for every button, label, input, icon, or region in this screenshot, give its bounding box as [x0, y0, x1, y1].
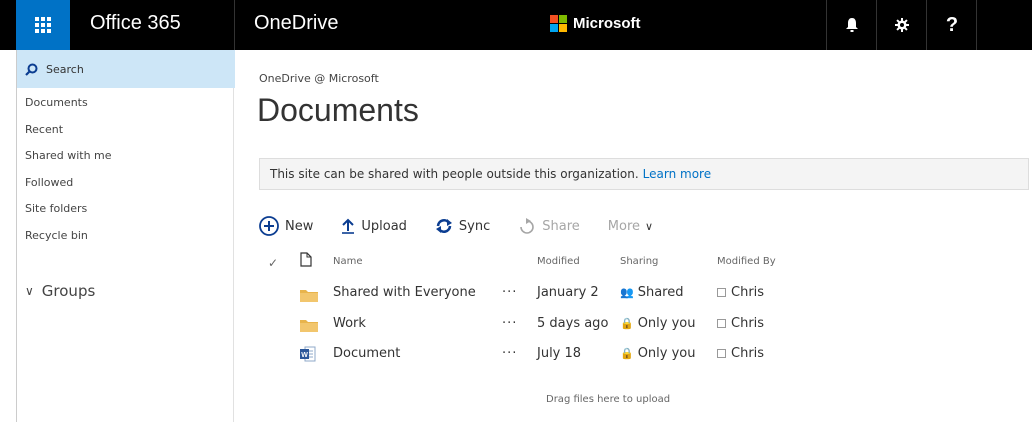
chevron-down-icon: ∨	[25, 284, 34, 298]
help-button[interactable]: ?	[928, 0, 976, 50]
file-name[interactable]: Document	[333, 346, 400, 361]
divider	[976, 0, 977, 50]
search-icon	[25, 63, 38, 76]
chevron-down-icon: ∨	[645, 219, 654, 233]
file-name[interactable]: Shared with Everyone	[333, 285, 476, 300]
help-icon: ?	[945, 13, 959, 36]
app-launcher-icon	[35, 17, 51, 33]
share-button[interactable]: Share	[518, 218, 580, 234]
modified-by[interactable]: Chris	[717, 285, 764, 300]
sync-label: Sync	[458, 218, 491, 234]
document-outline-icon	[300, 252, 312, 267]
upload-icon	[342, 218, 355, 234]
nav-item-shared-with-me[interactable]: Shared with me	[17, 143, 233, 170]
app-launcher-button[interactable]	[16, 0, 70, 50]
microsoft-label: Microsoft	[573, 15, 641, 32]
search-label: Search	[46, 62, 84, 76]
column-header-modified-by[interactable]: Modified By	[717, 256, 776, 267]
microsoft-logo: Microsoft	[550, 15, 641, 32]
modified-by[interactable]: Chris	[717, 316, 764, 331]
people-icon: 👥	[620, 286, 634, 299]
lock-icon: 🔒	[620, 317, 634, 330]
banner-text: This site can be shared with people outs…	[270, 167, 639, 181]
file-type-header[interactable]	[300, 252, 312, 270]
row-menu-button[interactable]: ···	[502, 346, 517, 361]
breadcrumb[interactable]: OneDrive @ Microsoft	[259, 72, 379, 85]
groups-label: Groups	[41, 282, 96, 300]
more-button[interactable]: More ∨	[608, 219, 653, 234]
settings-button[interactable]	[878, 0, 926, 50]
file-name[interactable]: Work	[333, 316, 366, 331]
learn-more-link[interactable]: Learn more	[643, 167, 711, 181]
nav-item-recycle-bin[interactable]: Recycle bin	[17, 223, 233, 250]
gear-icon	[895, 18, 909, 32]
presence-icon	[717, 349, 726, 358]
divider	[926, 0, 927, 50]
select-all-checkmark-icon[interactable]: ✓	[268, 256, 278, 270]
nav-item-recent[interactable]: Recent	[17, 117, 233, 144]
modified-date: January 2	[537, 285, 599, 300]
sync-icon	[435, 219, 452, 233]
divider	[234, 0, 235, 50]
share-icon	[520, 218, 535, 234]
modified-by[interactable]: Chris	[717, 346, 764, 361]
command-bar: New Upload Sync Share More ∨	[259, 214, 681, 238]
modified-date: July 18	[537, 346, 582, 361]
office-365-brand[interactable]: Office 365	[90, 12, 181, 35]
nav-item-site-folders[interactable]: Site folders	[17, 196, 233, 223]
bell-icon	[846, 18, 858, 32]
sync-button[interactable]: Sync	[435, 218, 490, 234]
folder-icon	[300, 290, 318, 302]
presence-icon	[717, 288, 726, 297]
notifications-button[interactable]	[828, 0, 876, 50]
upload-label: Upload	[361, 218, 407, 234]
lock-icon: 🔒	[620, 347, 634, 360]
divider	[876, 0, 877, 50]
word-document-icon: W	[300, 346, 316, 362]
modified-date: 5 days ago	[537, 316, 609, 331]
row-menu-button[interactable]: ···	[502, 316, 517, 331]
new-button[interactable]: New	[259, 216, 313, 236]
drag-drop-hint: Drag files here to upload	[546, 394, 671, 405]
sharing-status[interactable]: 👥 Shared	[620, 285, 683, 300]
left-navigation: Search Documents Recent Shared with me F…	[16, 50, 235, 422]
column-header-modified[interactable]: Modified	[537, 256, 580, 267]
page-title: Documents	[257, 92, 419, 128]
microsoft-logo-icon	[550, 15, 567, 32]
share-label: Share	[542, 218, 580, 234]
row-menu-button[interactable]: ···	[502, 285, 517, 300]
sharing-status[interactable]: 🔒 Only you	[620, 316, 696, 331]
folder-icon	[300, 320, 318, 332]
presence-icon	[717, 319, 726, 328]
sharing-status[interactable]: 🔒 Only you	[620, 346, 696, 361]
column-header-name[interactable]: Name	[333, 256, 363, 267]
external-sharing-banner: This site can be shared with people outs…	[259, 158, 1029, 190]
more-label: More	[607, 218, 641, 234]
nav-item-documents[interactable]: Documents	[17, 90, 233, 117]
suite-header: Office 365 OneDrive Microsoft ?	[0, 0, 1032, 50]
upload-button[interactable]: Upload	[341, 218, 407, 234]
new-label: New	[285, 218, 314, 234]
plus-circle-icon	[259, 216, 279, 236]
onedrive-app-name[interactable]: OneDrive	[254, 12, 338, 35]
search-box[interactable]: Search	[17, 50, 235, 88]
column-header-sharing[interactable]: Sharing	[620, 256, 658, 267]
nav-item-followed[interactable]: Followed	[17, 170, 233, 197]
groups-section-toggle[interactable]: ∨ Groups	[25, 282, 95, 300]
divider	[826, 0, 827, 50]
svg-text:W: W	[301, 352, 308, 359]
